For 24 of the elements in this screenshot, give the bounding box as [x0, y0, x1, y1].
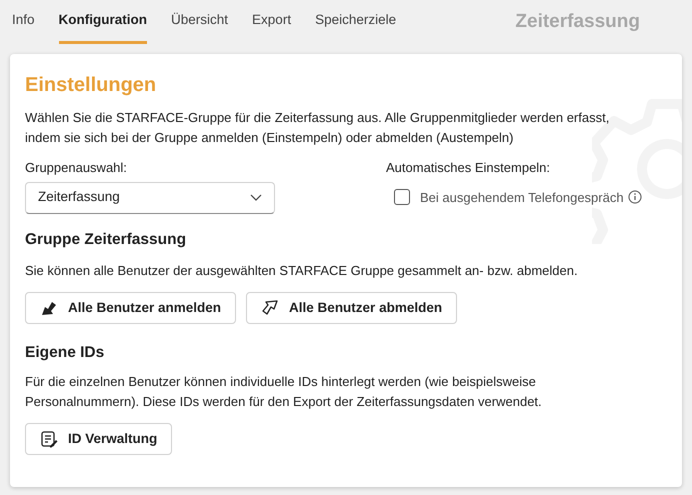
list-edit-icon	[40, 430, 58, 448]
tab[interactable]: Export	[252, 0, 292, 44]
group-dropdown[interactable]: Zeiterfassung	[25, 182, 275, 214]
description: Sie können alle Benutzer der ausgewählten STARFACE Gruppe gesammelt an- bzw. abmelden.	[25, 262, 579, 280]
tab[interactable]: Übersicht	[171, 0, 228, 44]
info-icon	[628, 190, 642, 204]
tab[interactable]: Konfiguration	[58, 0, 148, 44]
section-title: Gruppe Zeiterfassung	[25, 230, 188, 250]
arrow-icon	[261, 298, 280, 317]
app-title: Zeiterfassung	[515, 10, 640, 34]
section-title: Eigene IDs	[25, 342, 106, 363]
checkbox[interactable]	[394, 189, 410, 206]
tab[interactable]: Speicherziele	[315, 0, 396, 44]
description: Wählen Sie die STARFACE-Gruppe für die Zeiterfassung aus. Alle Gruppenmitglieder werden erfasst, indem sie sich bei der Gruppe anmelden (Einstempeln) oder abmelden (Austempeln)	[25, 109, 610, 147]
description: Für die einzelnen Benutzer können individuelle IDs hinterlegt werden (wie beispielsweise Personalnummern). Diese IDs werden für den Export der Zeiterfassungsdaten verwendet.	[25, 373, 543, 411]
field-label: Automatisches Einstempeln:	[386, 159, 552, 177]
action-button[interactable]: Alle Benutzer anmelden	[25, 292, 236, 324]
action-button[interactable]: Alle Benutzer abmelden	[246, 292, 458, 324]
action-button[interactable]: ID Verwaltung	[25, 423, 172, 455]
section-title: Einstellungen	[25, 73, 158, 98]
checkbox-label: Bei ausgehendem Telefongespräch	[420, 188, 624, 207]
field-label: Gruppenauswahl:	[25, 159, 128, 177]
chevron-down-icon	[250, 194, 262, 202]
tab[interactable]: Info	[12, 0, 35, 44]
